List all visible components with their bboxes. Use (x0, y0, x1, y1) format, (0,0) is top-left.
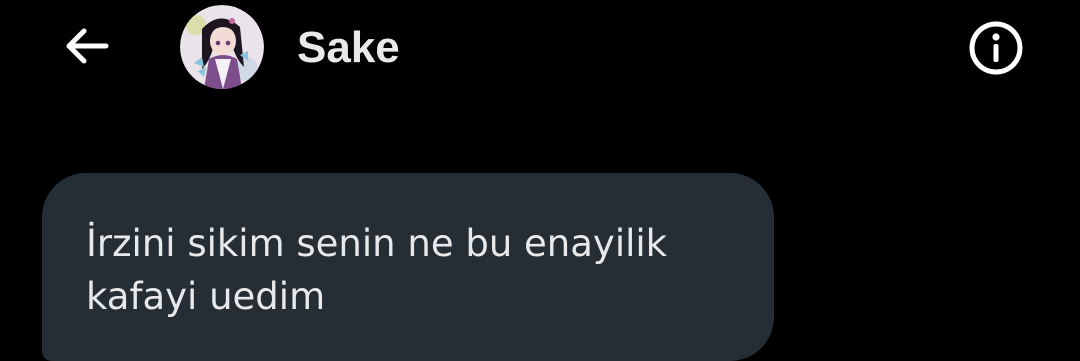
anime-avatar (180, 5, 264, 89)
conversation-header: Sake (0, 0, 1080, 96)
info-button[interactable] (964, 16, 1028, 80)
message-text: İrzini sikim senin ne bu enayilik kafayi… (86, 222, 668, 318)
contact-name[interactable]: Sake (297, 22, 400, 74)
avatar[interactable] (180, 5, 264, 89)
message-bubble-incoming[interactable]: İrzini sikim senin ne bu enayilik kafayi… (42, 173, 774, 361)
arrow-left-icon (66, 28, 109, 64)
back-button[interactable] (56, 22, 116, 70)
info-circle-icon (969, 21, 1023, 75)
